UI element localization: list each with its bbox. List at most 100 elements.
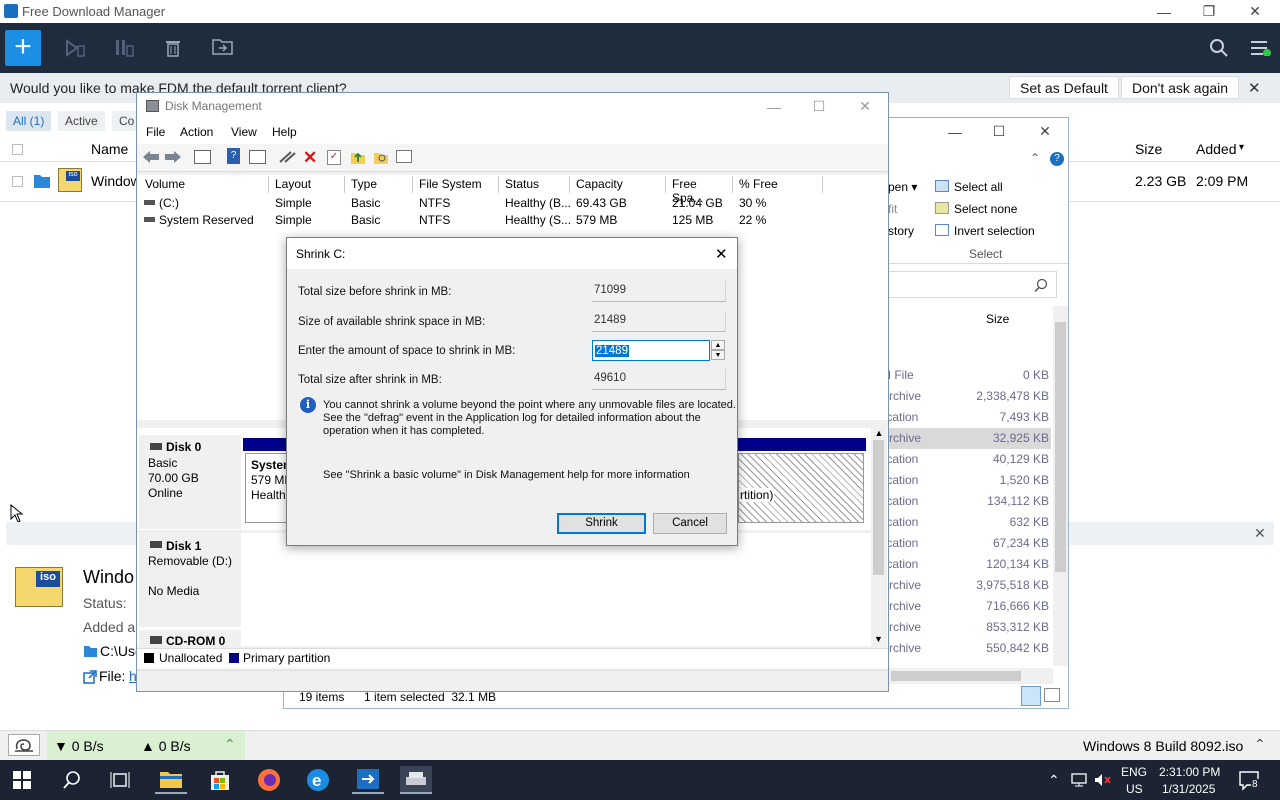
properties-icon[interactable] — [249, 150, 266, 164]
disk-list-icon[interactable] — [194, 150, 211, 164]
restore-button[interactable]: ❐ — [1186, 0, 1232, 23]
file-explorer-icon[interactable] — [155, 766, 187, 794]
volume-cell[interactable]: System Reserved — [159, 213, 254, 227]
explorer-file-row[interactable]: M File 0 KB — [881, 365, 1051, 386]
column-added[interactable]: Added — [1196, 141, 1236, 157]
menu-help[interactable]: Help — [272, 125, 297, 139]
menu-view[interactable]: View — [231, 125, 257, 139]
explorer-size-header[interactable]: Size — [986, 312, 1009, 326]
disk-management-taskbar-icon[interactable] — [400, 766, 432, 794]
expand-chevron-icon[interactable]: ⌃ — [224, 736, 236, 753]
c-drive-partition[interactable]: rtition) — [738, 453, 864, 523]
shrink-amount-input[interactable]: 21489 — [592, 340, 710, 361]
row-checkbox[interactable] — [12, 176, 23, 187]
cdrom-label[interactable]: CD-ROM 0 — [139, 630, 241, 646]
store-icon[interactable] — [204, 766, 236, 794]
network-icon[interactable] — [1071, 773, 1087, 787]
explorer-file-row[interactable]: lication 7,493 KB — [881, 407, 1051, 428]
volume-cell[interactable]: (C:) — [159, 196, 179, 210]
column-header[interactable]: % Free — [733, 176, 823, 193]
help-icon[interactable]: ? — [1050, 152, 1064, 166]
explorer-close-button[interactable]: ✕ — [1022, 120, 1068, 143]
set-default-button[interactable]: Set as Default — [1009, 76, 1119, 99]
spinner-down-icon[interactable]: ▼ — [711, 350, 725, 360]
external-link-icon[interactable] — [83, 670, 97, 684]
ribbon-collapse-icon[interactable]: ⌃ — [1030, 151, 1040, 165]
spinner-up-icon[interactable]: ▲ — [711, 340, 725, 350]
close-button[interactable]: ✕ — [1232, 0, 1278, 23]
taskbar-search-icon[interactable] — [56, 766, 88, 794]
close-banner-icon[interactable]: ✕ — [1248, 79, 1261, 97]
explorer-file-row[interactable]: lication 67,234 KB — [881, 533, 1051, 554]
dm-minimize-button[interactable]: — — [751, 95, 797, 118]
ribbon-edit[interactable]: fit — [888, 202, 897, 216]
language-layout[interactable]: US — [1126, 782, 1143, 796]
scroll-down-icon[interactable]: ▼ — [874, 634, 883, 644]
search-icon[interactable] — [1209, 38, 1229, 58]
explorer-minimize-button[interactable]: — — [932, 120, 978, 143]
dm-close-button[interactable]: ✕ — [842, 95, 888, 118]
explorer-file-row[interactable]: Archive 853,312 KB — [881, 617, 1051, 638]
explorer-file-row[interactable]: lication 40,129 KB — [881, 449, 1051, 470]
column-name[interactable]: Name — [91, 141, 128, 157]
connect-icon[interactable] — [279, 150, 296, 164]
back-arrow-icon[interactable] — [142, 150, 160, 164]
disk1-label[interactable]: Disk 1 Removable (D:) No Media — [139, 533, 241, 627]
column-header[interactable]: Type — [345, 176, 413, 193]
clock-date[interactable]: 1/31/2025 — [1162, 782, 1215, 796]
column-header[interactable]: File System — [413, 176, 499, 193]
column-header[interactable]: Volume — [139, 176, 269, 193]
ribbon-open[interactable]: pen ▾ — [888, 180, 917, 194]
ribbon-invert-selection[interactable]: Invert selection — [954, 224, 1035, 238]
large-icons-view-icon[interactable] — [1044, 688, 1060, 702]
tab-active[interactable]: Active — [58, 111, 105, 131]
explorer-file-row[interactable]: Archive 2,338,478 KB — [881, 386, 1051, 407]
task-view-icon[interactable] — [104, 766, 136, 794]
pause-icon[interactable] — [113, 38, 135, 58]
ribbon-history[interactable]: story — [888, 224, 914, 238]
check-icon[interactable]: ✓ — [327, 150, 341, 165]
shrink-button[interactable]: Shrink — [557, 513, 646, 534]
column-header[interactable]: Status — [499, 176, 570, 193]
dm-maximize-button[interactable]: ☐ — [796, 95, 842, 118]
delete-icon[interactable] — [164, 37, 182, 57]
details-view-icon[interactable] — [1021, 686, 1041, 706]
clock-time[interactable]: 2:31:00 PM — [1159, 765, 1220, 779]
snail-icon[interactable] — [8, 734, 40, 756]
play-icon[interactable] — [64, 38, 86, 58]
minimize-button[interactable]: — — [1141, 0, 1187, 23]
select-all-checkbox[interactable] — [12, 144, 23, 155]
cancel-button[interactable]: Cancel — [653, 513, 727, 534]
graph-vscroll[interactable]: ▲ ▼ — [871, 428, 887, 646]
settings-list-icon[interactable] — [396, 150, 412, 163]
details-folder-icon[interactable] — [83, 645, 98, 658]
menu-action[interactable]: Action — [180, 125, 213, 139]
firefox-icon[interactable] — [253, 766, 285, 794]
start-windows-icon[interactable] — [6, 766, 38, 794]
column-header[interactable]: Layout — [269, 176, 345, 193]
fdm-taskbar-icon[interactable] — [352, 766, 384, 794]
volume-muted-icon[interactable] — [1094, 773, 1112, 787]
tab-all[interactable]: All (1) — [6, 111, 52, 131]
add-download-button[interactable]: + — [5, 30, 41, 66]
close-details-icon[interactable]: ✕ — [1254, 525, 1266, 542]
shrink-close-icon[interactable]: ✕ — [715, 245, 728, 263]
explorer-maximize-button[interactable]: ☐ — [976, 120, 1022, 143]
forward-arrow-icon[interactable] — [164, 150, 182, 164]
explorer-file-row[interactable]: Archive 32,925 KB — [881, 428, 1051, 449]
explorer-file-row[interactable]: lication 120,134 KB — [881, 554, 1051, 575]
status-expand-icon[interactable]: ⌃ — [1254, 736, 1266, 753]
column-header[interactable]: Free Spa... — [666, 176, 733, 205]
explorer-vscroll[interactable] — [1053, 306, 1068, 666]
explorer-file-row[interactable]: Archive 550,842 KB — [881, 638, 1051, 659]
up-folder-icon[interactable] — [350, 149, 366, 165]
column-header[interactable]: Capacity — [570, 176, 666, 193]
explorer-hscroll[interactable] — [881, 668, 1053, 684]
menu-file[interactable]: File — [146, 125, 165, 139]
menu-icon[interactable] — [1250, 40, 1272, 56]
search-folder-icon[interactable] — [373, 149, 389, 165]
ribbon-select-none[interactable]: Select none — [954, 202, 1017, 216]
column-size[interactable]: Size — [1135, 141, 1162, 157]
explorer-file-row[interactable]: lication 1,520 KB — [881, 470, 1051, 491]
help-book-icon[interactable]: ? — [227, 148, 240, 164]
